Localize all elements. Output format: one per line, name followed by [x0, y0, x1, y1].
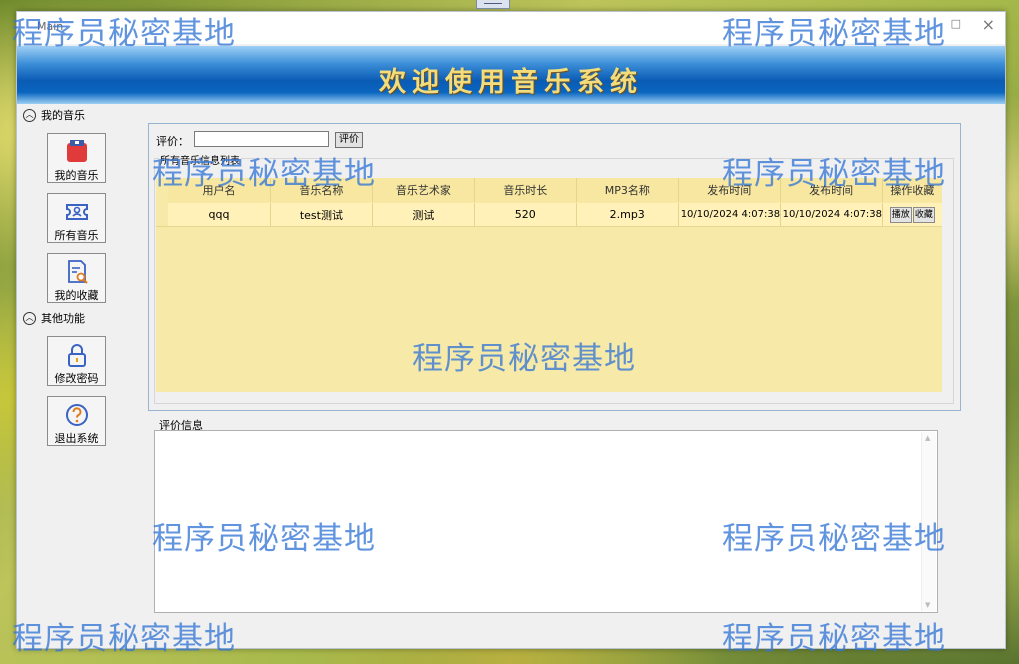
review-scrollbar[interactable]: ▲ ▼	[921, 432, 936, 611]
ticket-icon	[65, 204, 88, 220]
my-music-label: 我的音乐	[54, 169, 99, 182]
column-header[interactable]: 操作收藏	[883, 178, 942, 202]
all-music-label: 所有音乐	[54, 229, 99, 242]
title-bar[interactable]: Main □ ×	[17, 12, 1005, 44]
music-list-group-label: 所有音乐信息列表	[159, 152, 241, 167]
column-header[interactable]: 音乐时长	[475, 178, 577, 202]
table-cell[interactable]: 测试	[372, 203, 475, 226]
music-table: 用户名 音乐名称 音乐艺术家 音乐时长 MP3名称 发布时间 发布时间 操作收藏…	[156, 178, 942, 392]
column-header[interactable]: 发布时间	[781, 178, 883, 202]
exit-system-label: 退出系统	[54, 432, 99, 445]
column-header[interactable]: 发布时间	[679, 178, 781, 202]
column-header[interactable]: 音乐艺术家	[373, 178, 475, 202]
my-favorites-label: 我的收藏	[54, 289, 99, 302]
section-my-music[interactable]: ︿ 我的音乐	[23, 107, 85, 123]
table-cell[interactable]: 520	[474, 203, 577, 226]
table-header: 用户名 音乐名称 音乐艺术家 音乐时长 MP3名称 发布时间 发布时间 操作收藏	[156, 178, 942, 202]
table-row[interactable]: qqq test测试 测试 520 2.mp3 10/10/2024 4:07:…	[156, 203, 942, 227]
scroll-down-icon[interactable]: ▼	[925, 601, 930, 609]
column-header[interactable]: 用户名	[168, 178, 271, 202]
chevron-up-icon[interactable]: ︿	[23, 108, 36, 122]
row-header-corner	[156, 178, 168, 202]
favorite-button[interactable]: 收藏	[912, 206, 935, 223]
document-search-icon	[67, 260, 88, 284]
table-cell[interactable]: 10/10/2024 4:07:38	[780, 203, 883, 226]
table-cell[interactable]: 2.mp3	[576, 203, 679, 226]
column-header[interactable]: 音乐名称	[271, 178, 373, 202]
change-password-label: 修改密码	[54, 372, 99, 385]
column-header[interactable]: MP3名称	[577, 178, 679, 202]
banner-title: 欢迎使用音乐系统	[379, 67, 643, 98]
play-button[interactable]: 播放	[889, 206, 912, 223]
close-icon[interactable]: ×	[982, 15, 995, 34]
rating-label: 评价：	[156, 135, 189, 148]
all-music-button[interactable]: 所有音乐	[47, 193, 106, 243]
rating-input[interactable]	[194, 131, 329, 147]
music-box-icon	[66, 140, 87, 162]
help-icon	[65, 404, 88, 426]
main-window: Main □ × 欢迎使用音乐系统 ︿ 我的音乐 我的音乐 所有音乐 我的收藏 …	[16, 11, 1006, 649]
table-cell[interactable]: test测试	[270, 203, 373, 226]
scroll-up-icon[interactable]: ▲	[925, 434, 930, 442]
row-header[interactable]	[156, 203, 168, 226]
window-title: Main	[37, 20, 64, 33]
change-password-button[interactable]: 修改密码	[47, 336, 106, 386]
maximize-icon[interactable]: □	[951, 17, 961, 30]
table-cell[interactable]: qqq	[168, 203, 271, 226]
chevron-up-icon[interactable]: ︿	[23, 311, 36, 325]
section-other-functions[interactable]: ︿ 其他功能	[23, 310, 85, 326]
rating-submit-button[interactable]: 评价	[335, 132, 363, 148]
section-my-music-label: 我的音乐	[41, 109, 85, 122]
banner: 欢迎使用音乐系统	[17, 46, 1005, 104]
exit-system-button[interactable]: 退出系统	[47, 396, 106, 446]
my-favorites-button[interactable]: 我的收藏	[47, 253, 106, 303]
my-music-button[interactable]: 我的音乐	[47, 133, 106, 183]
table-cell[interactable]: 10/10/2024 4:07:38	[678, 203, 781, 226]
lock-icon	[67, 344, 86, 367]
table-cell-actions: 播放 收藏	[882, 203, 942, 226]
drag-handle[interactable]	[476, 0, 510, 9]
section-other-label: 其他功能	[41, 312, 85, 325]
review-textarea[interactable]: ▲ ▼	[154, 430, 938, 613]
